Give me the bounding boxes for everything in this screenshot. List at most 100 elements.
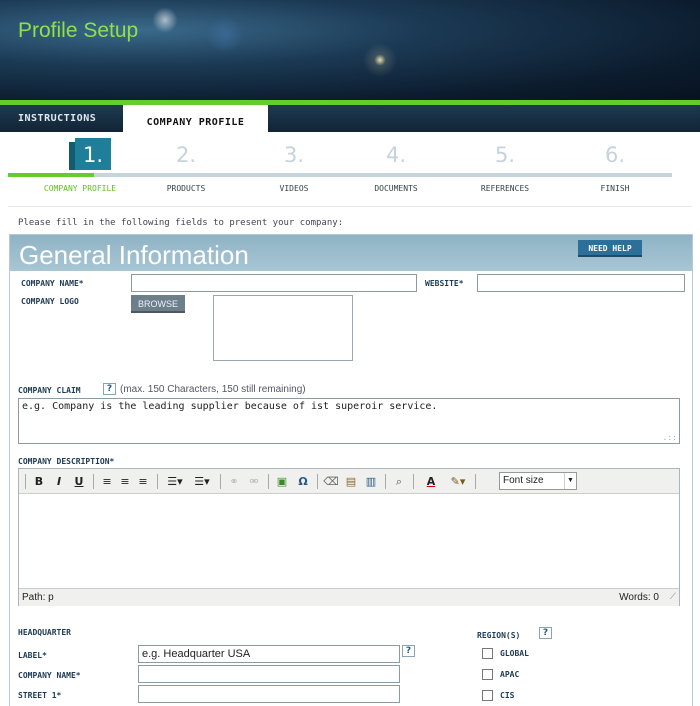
underline-button[interactable]: U [72, 473, 86, 490]
step-number: 6. [604, 143, 626, 167]
toolbar-separator [268, 474, 269, 489]
step-references[interactable]: 5. REFERENCES [450, 138, 560, 193]
toolbar-separator [317, 474, 318, 489]
step-label: DOCUMENTS [374, 184, 418, 193]
tab-instructions[interactable]: INSTRUCTIONS [0, 105, 114, 132]
eraser-icon[interactable]: ⌫ [323, 473, 339, 490]
hq-street-input[interactable] [138, 685, 400, 703]
step-finish[interactable]: 6. FINISH [560, 138, 670, 193]
image-icon[interactable]: ▣ [274, 473, 290, 490]
step-videos[interactable]: 3. VIDEOS [239, 138, 349, 193]
tab-bar: INSTRUCTIONS COMPANY PROFILE [0, 101, 700, 132]
align-right-icon[interactable]: ≡ [135, 473, 151, 490]
help-icon[interactable]: ? [402, 645, 415, 657]
help-icon[interactable]: ? [103, 383, 116, 395]
tab-company-profile[interactable]: COMPANY PROFILE [123, 101, 268, 132]
link-icon[interactable]: ⚭ [226, 473, 242, 490]
step-number: 2. [175, 143, 197, 167]
hq-street-label: STREET 1* [18, 691, 62, 700]
numbered-list-icon[interactable]: ☰▾ [190, 473, 214, 490]
font-size-value: Font size [503, 475, 544, 486]
bold-button[interactable]: B [32, 473, 46, 490]
highlight-color-icon[interactable]: ✎▾ [445, 473, 471, 490]
browse-button[interactable]: BROWSE [131, 295, 185, 313]
toolbar-separator [385, 474, 386, 489]
step-number: 5. [494, 143, 516, 167]
steps-track [8, 173, 672, 177]
app-title: Profile Setup [18, 19, 139, 42]
editor-content-area[interactable] [19, 494, 679, 588]
editor-toolbar: B I U ≡ ≡ ≡ ☰▾ ☰▾ ⚭ ⚮ ▣ Ω ⌫ ▤ ▥ ⌕ A ✎▾ F… [19, 469, 679, 494]
website-label: WEBSITE* [425, 279, 464, 288]
hq-company-name-label: COMPANY NAME* [18, 671, 81, 680]
company-claim-hint: (max. 150 Characters, 150 still remainin… [120, 384, 306, 395]
website-input[interactable] [477, 274, 685, 292]
resize-grip-icon[interactable]: .:: [663, 433, 677, 442]
toolbar-separator [25, 474, 26, 489]
need-help-button[interactable]: NEED HELP [578, 240, 642, 257]
step-number: 4. [385, 143, 407, 167]
step-number: 3. [283, 143, 305, 167]
unlink-icon[interactable]: ⚮ [246, 473, 262, 490]
toolbar-separator [413, 474, 414, 489]
toolbar-separator [475, 474, 476, 489]
region-apac-label: APAC [500, 670, 520, 679]
resize-grip-icon[interactable]: ⟋ [670, 591, 676, 602]
hq-label-input[interactable] [138, 645, 400, 663]
progress-steps: 1. COMPANY PROFILE 2. PRODUCTS 3. VIDEOS… [8, 138, 672, 202]
company-name-label: COMPANY NAME* [21, 279, 84, 288]
header-light-flare [150, 5, 180, 35]
editor-path: Path: p [22, 592, 54, 603]
hq-company-name-input[interactable] [138, 665, 400, 683]
step-label: VIDEOS [279, 184, 309, 193]
steps-track-active [8, 173, 94, 177]
special-character-icon[interactable]: Ω [295, 473, 311, 490]
bullet-list-icon[interactable]: ☰▾ [163, 473, 187, 490]
divider [8, 206, 692, 207]
step-products[interactable]: 2. PRODUCTS [131, 138, 241, 193]
region-global-checkbox[interactable] [482, 648, 493, 659]
italic-button[interactable]: I [52, 473, 66, 490]
step-company-profile[interactable]: 1. COMPANY PROFILE [8, 138, 118, 193]
toolbar-separator [93, 474, 94, 489]
logo-preview [213, 295, 353, 361]
header-light-flare [360, 40, 400, 80]
company-claim-text: e.g. Company is the leading supplier bec… [22, 401, 438, 412]
rich-text-editor: B I U ≡ ≡ ≡ ☰▾ ☰▾ ⚭ ⚮ ▣ Ω ⌫ ▤ ▥ ⌕ A ✎▾ F… [18, 468, 680, 606]
step-number: 1. [69, 138, 111, 170]
step-label: PRODUCTS [166, 184, 206, 193]
chevron-down-icon: ▼ [564, 473, 576, 489]
header-banner: Profile Setup [0, 0, 700, 100]
header-light-flare [205, 15, 245, 55]
align-left-icon[interactable]: ≡ [99, 473, 115, 490]
company-logo-label: COMPANY LOGO [21, 297, 79, 306]
paste-word-icon[interactable]: ▥ [363, 473, 379, 490]
hq-label-label: LABEL* [18, 651, 47, 660]
paste-icon[interactable]: ▤ [343, 473, 359, 490]
general-information-panel: General Information NEED HELP COMPANY NA… [9, 234, 693, 706]
region-cis-label: CIS [500, 691, 515, 700]
company-claim-label: COMPANY CLAIM [18, 386, 81, 395]
help-icon[interactable]: ? [539, 627, 552, 639]
regions-label: REGION(S) [477, 631, 521, 640]
font-size-select[interactable]: Font size ▼ [499, 472, 577, 490]
company-claim-textarea[interactable]: e.g. Company is the leading supplier bec… [18, 398, 680, 444]
step-documents[interactable]: 4. DOCUMENTS [341, 138, 451, 193]
align-center-icon[interactable]: ≡ [117, 473, 133, 490]
step-label: COMPANY PROFILE [43, 184, 117, 193]
region-apac-checkbox[interactable] [482, 669, 493, 680]
step-label: REFERENCES [480, 184, 530, 193]
editor-statusbar: Path: p Words: 0 ⟋ [19, 588, 679, 606]
search-icon[interactable]: ⌕ [391, 473, 407, 490]
company-name-input[interactable] [131, 274, 417, 292]
toolbar-separator [157, 474, 158, 489]
intro-text: Please fill in the following fields to p… [18, 218, 344, 228]
company-description-label: COMPANY DESCRIPTION* [18, 457, 115, 466]
font-color-icon[interactable]: A [419, 473, 443, 490]
step-label: FINISH [600, 184, 630, 193]
panel-header: General Information NEED HELP [10, 235, 692, 271]
panel-title: General Information [19, 240, 249, 270]
region-global-label: GLOBAL [500, 649, 529, 658]
word-count: Words: 0 [619, 592, 659, 603]
region-cis-checkbox[interactable] [482, 690, 493, 701]
